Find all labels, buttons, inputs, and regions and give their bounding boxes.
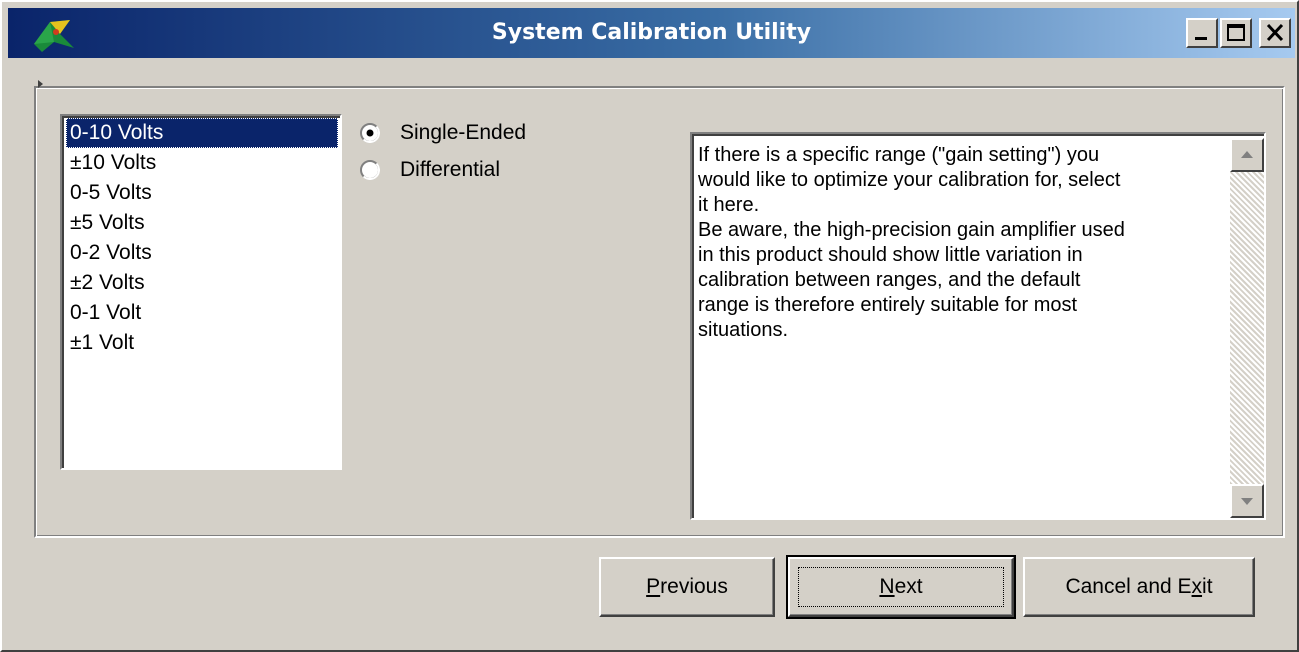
maximize-button[interactable] xyxy=(1220,18,1252,48)
description-textbox[interactable]: If there is a specific range ("gain sett… xyxy=(690,132,1266,520)
close-icon xyxy=(1266,23,1284,42)
cancel-button-label: Cancel and Exit xyxy=(1065,575,1212,598)
description-line: situations. xyxy=(698,319,789,341)
range-item[interactable]: 0-2 Volts xyxy=(66,238,338,268)
arrow-down-icon xyxy=(1241,498,1253,505)
radio-unchecked-icon xyxy=(360,160,380,180)
window-title: System Calibration Utility xyxy=(491,20,812,45)
description-scrollbar[interactable] xyxy=(1230,138,1264,518)
range-item[interactable]: 0-10 Volts xyxy=(66,118,338,148)
range-item[interactable]: ±10 Volts xyxy=(66,148,338,178)
close-button[interactable] xyxy=(1259,18,1291,48)
cancel-accelerator: x xyxy=(1191,575,1203,598)
arrow-up-icon xyxy=(1241,151,1253,158)
description-line: would like to optimize your calibration … xyxy=(698,169,1121,191)
cancel-label-pre: Cancel and E xyxy=(1065,575,1192,598)
previous-accelerator: P xyxy=(646,575,661,598)
range-item[interactable]: ±1 Volt xyxy=(66,328,338,358)
next-button[interactable]: Next xyxy=(786,555,1016,619)
minimize-icon xyxy=(1195,37,1207,40)
previous-button[interactable]: Previous xyxy=(599,557,775,617)
range-item[interactable]: 0-1 Volt xyxy=(66,298,338,328)
focus-rectangle xyxy=(798,567,1004,607)
calibration-window: System Calibration Utility 0-10 Volts ±1… xyxy=(0,0,1299,652)
range-item[interactable]: ±5 Volts xyxy=(66,208,338,238)
differential-label: Differential xyxy=(400,158,500,181)
differential-radio[interactable]: Differential xyxy=(360,155,560,185)
single-ended-radio[interactable]: Single-Ended xyxy=(360,118,560,148)
scroll-down-button[interactable] xyxy=(1230,484,1264,518)
cancel-label-post: it xyxy=(1202,575,1213,598)
previous-button-label: Previous xyxy=(646,575,728,598)
voltage-range-list[interactable]: 0-10 Volts ±10 Volts 0-5 Volts ±5 Volts … xyxy=(60,114,342,470)
maximize-icon xyxy=(1227,24,1245,41)
range-item[interactable]: 0-5 Volts xyxy=(66,178,338,208)
scroll-up-button[interactable] xyxy=(1230,138,1264,172)
radio-checked-icon xyxy=(360,123,380,143)
minimize-button[interactable] xyxy=(1186,18,1218,48)
group-corner-mark xyxy=(38,80,43,88)
cancel-and-exit-button[interactable]: Cancel and Exit xyxy=(1023,557,1255,617)
previous-label-post: revious xyxy=(660,575,728,598)
single-ended-label: Single-Ended xyxy=(400,121,527,144)
range-item[interactable]: ±2 Volts xyxy=(66,268,338,298)
title-bar[interactable]: System Calibration Utility xyxy=(8,8,1295,58)
